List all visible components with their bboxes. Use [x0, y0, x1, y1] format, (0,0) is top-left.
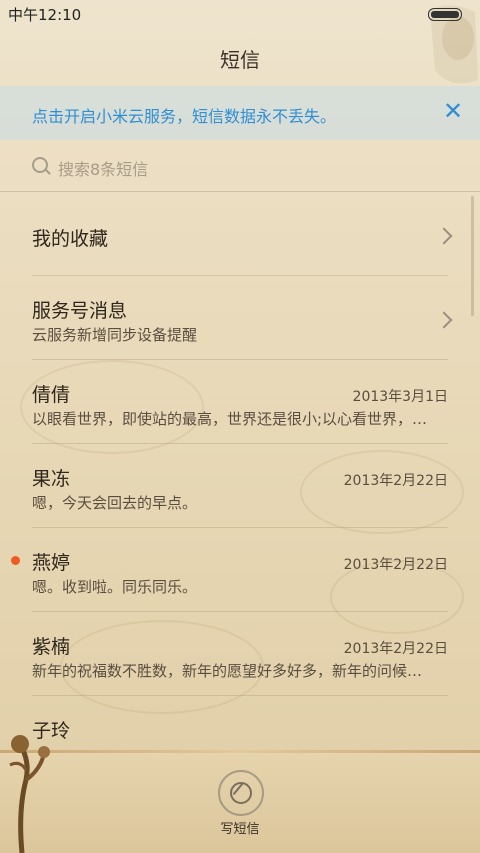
- bottom-toolbar: 写短信: [0, 750, 480, 853]
- message-preview: 新年的祝福数不胜数，新年的愿望好多好多，新年的问候…: [32, 662, 423, 680]
- list-item-name: 服务号消息: [32, 300, 128, 322]
- search-icon: [32, 157, 48, 173]
- cloud-service-banner[interactable]: 点击开启小米云服务，短信数据永不丢失。 ✕: [0, 86, 480, 140]
- message-date: 2013年2月22日: [343, 557, 448, 573]
- message-date: 2013年3月1日: [352, 389, 448, 405]
- message-preview: 嗯。收到啦。同乐同乐。: [32, 578, 198, 596]
- conversation-row[interactable]: 子玲: [0, 696, 480, 749]
- conversation-row[interactable]: 燕婷 2013年2月22日 嗯。收到啦。同乐同乐。: [0, 528, 480, 612]
- message-preview: 以眼看世界，即使站的最高，世界还是很小;以心看世界，…: [32, 410, 428, 428]
- compose-label[interactable]: 写短信: [0, 818, 480, 837]
- conversation-list[interactable]: 我的收藏 服务号消息 云服务新增同步设备提醒 倩倩 2013年3月1日 以眼看世…: [0, 192, 480, 749]
- status-time: 中午12:10: [8, 6, 82, 24]
- unread-dot-icon: [11, 556, 20, 565]
- message-date: 2013年2月22日: [343, 641, 448, 657]
- list-item-service-messages[interactable]: 服务号消息 云服务新增同步设备提醒: [0, 276, 480, 360]
- message-date: 2013年2月22日: [343, 473, 448, 489]
- scrollbar[interactable]: [471, 196, 474, 316]
- banner-text[interactable]: 点击开启小米云服务，短信数据永不丢失。: [32, 103, 336, 127]
- compose-button[interactable]: [218, 770, 264, 816]
- contact-name: 倩倩: [32, 384, 71, 406]
- contact-name: 燕婷: [32, 552, 71, 574]
- search-bar[interactable]: 搜索8条短信: [0, 144, 480, 190]
- ornament-decoration: [9, 735, 50, 853]
- list-item-preview: 云服务新增同步设备提醒: [32, 326, 198, 344]
- battery-icon: [428, 8, 462, 21]
- close-icon[interactable]: ✕: [440, 98, 466, 124]
- page-title: 短信: [220, 48, 260, 72]
- search-input[interactable]: 搜索8条短信: [58, 156, 148, 180]
- message-preview: 嗯，今天会回去的早点。: [32, 494, 198, 512]
- list-item-favorites[interactable]: 我的收藏: [0, 192, 480, 276]
- status-bar: 中午12:10: [0, 0, 480, 28]
- conversation-row[interactable]: 果冻 2013年2月22日 嗯，今天会回去的早点。: [0, 444, 480, 528]
- contact-name: 果冻: [32, 468, 71, 490]
- divider: [0, 750, 480, 753]
- contact-name: 紫楠: [32, 636, 71, 658]
- conversation-row[interactable]: 倩倩 2013年3月1日 以眼看世界，即使站的最高，世界还是很小;以心看世界，…: [0, 360, 480, 444]
- chevron-right-icon: [435, 227, 453, 245]
- list-item-name: 我的收藏: [32, 228, 109, 250]
- conversation-row[interactable]: 紫楠 2013年2月22日 新年的祝福数不胜数，新年的愿望好多好多，新年的问候…: [0, 612, 480, 696]
